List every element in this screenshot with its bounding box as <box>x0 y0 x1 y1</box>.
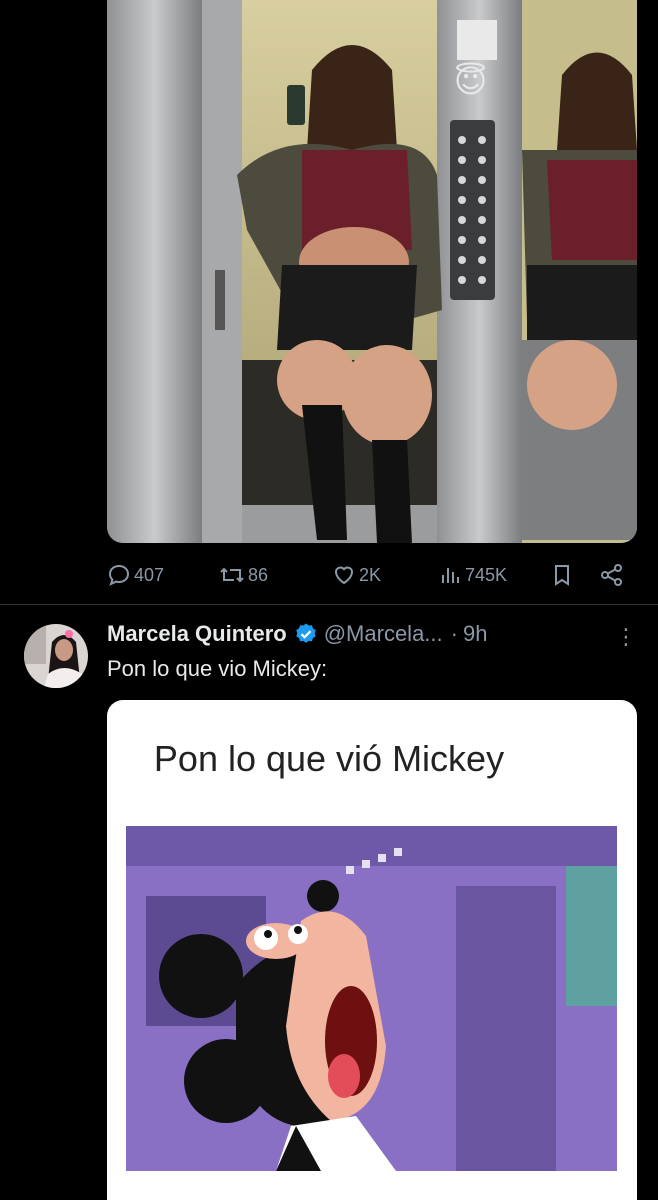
repost-count: 86 <box>248 564 269 585</box>
views-button[interactable]: 745K <box>440 563 507 587</box>
tweet-actions: 407 86 2K 745K <box>107 558 631 592</box>
tweet-photo[interactable]: 😇 <box>107 0 637 543</box>
tweet-divider <box>0 604 658 605</box>
mickey-meme-image[interactable] <box>126 826 617 1171</box>
bookmark-button[interactable] <box>551 563 573 587</box>
views-icon <box>442 568 459 583</box>
author-handle[interactable]: @Marcela... <box>324 621 443 647</box>
repost-icon <box>220 567 244 583</box>
angel-emoji-sticker: 😇 <box>454 63 488 99</box>
tweet-header: Marcela Quintero @Marcela... · 9h <box>107 618 487 650</box>
reply-icon <box>108 564 130 586</box>
like-button[interactable]: 2K <box>332 563 381 587</box>
share-button[interactable] <box>599 563 625 587</box>
repost-button[interactable]: 86 <box>219 563 268 587</box>
author-name[interactable]: Marcela Quintero <box>107 621 287 647</box>
avatar[interactable] <box>24 624 88 688</box>
tweet-timestamp[interactable]: 9h <box>463 621 487 647</box>
reply-button[interactable]: 407 <box>107 563 164 587</box>
reply-count: 407 <box>134 564 165 585</box>
heart-icon <box>334 566 354 585</box>
share-icon <box>601 564 622 586</box>
tweet-text: Pon lo que vio Mickey: <box>107 656 328 681</box>
verified-badge-icon <box>294 622 318 646</box>
separator-dot: · <box>450 621 458 646</box>
more-options-icon[interactable]: ⋮ <box>615 624 637 650</box>
like-count: 2K <box>359 564 382 585</box>
bookmark-icon <box>555 565 569 586</box>
view-count: 745K <box>465 564 508 585</box>
meme-caption: Pon lo que vió Mickey <box>153 738 505 779</box>
